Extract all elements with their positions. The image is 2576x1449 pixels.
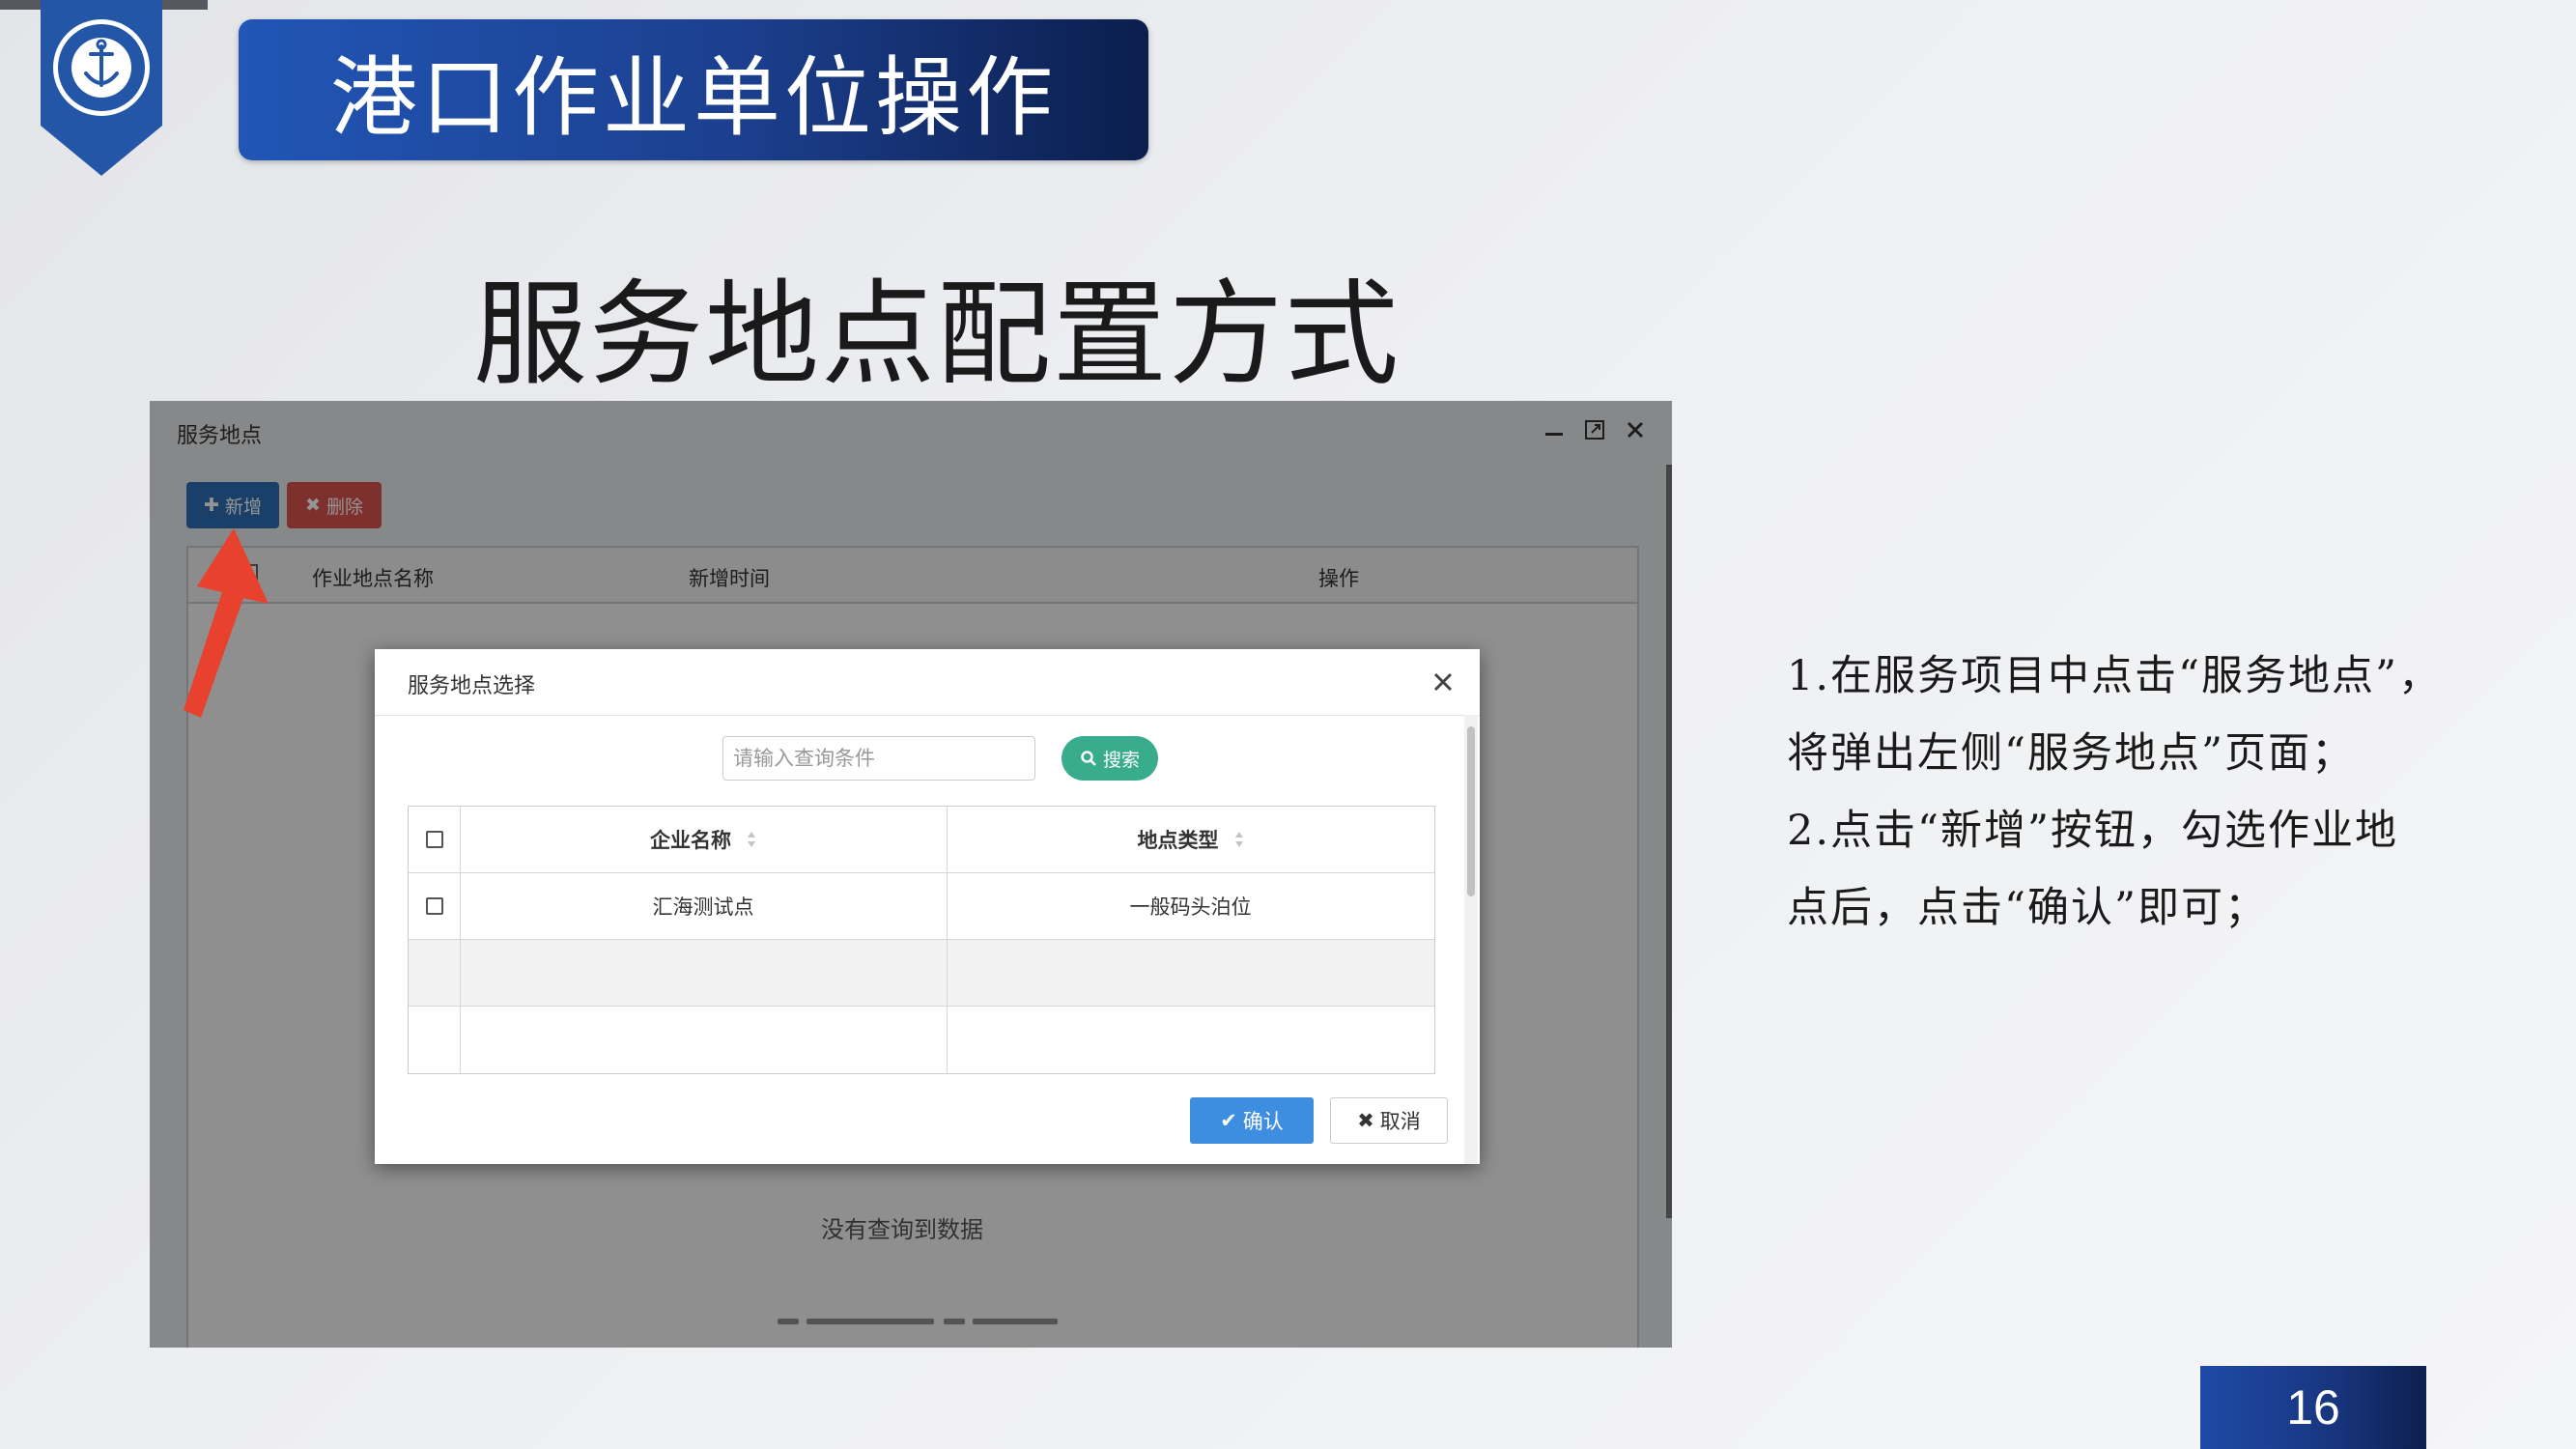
header-banner: 港口作业单位操作	[239, 19, 1148, 160]
instruction-text: 1.在服务项目中点击“服务地点”， 将弹出左侧“服务地点”页面； 2.点击“新增…	[1787, 638, 2540, 947]
instruction-line: 2.点击“新增”按钮，勾选作业地	[1787, 807, 2398, 855]
x-icon: ✖	[1357, 1109, 1374, 1132]
slide-subtitle: 服务地点配置方式	[473, 268, 1401, 401]
column-divider	[460, 807, 461, 1073]
dialog-header: 服务地点选择	[375, 649, 1480, 716]
confirm-button-label: 确认	[1242, 1110, 1284, 1133]
location-select-dialog: 服务地点选择 搜索 企业名称 地点类型 汇海测试点 一般码头泊位	[375, 649, 1480, 1164]
confirm-button[interactable]: ✔ 确认	[1190, 1097, 1314, 1144]
location-type-cell: 一般码头泊位	[1129, 895, 1252, 919]
search-button-label: 搜索	[1102, 749, 1140, 771]
dialog-title: 服务地点选择	[408, 674, 536, 698]
check-icon: ✔	[1220, 1109, 1237, 1132]
column-location-type-label: 地点类型	[1137, 829, 1219, 852]
cancel-button-label: 取消	[1379, 1110, 1421, 1133]
column-location-type[interactable]: 地点类型	[947, 807, 1434, 872]
empty-row	[409, 940, 1434, 1007]
sort-icon	[1234, 832, 1243, 847]
header-title: 港口作业单位操作	[330, 47, 1057, 149]
red-arrow-icon	[184, 528, 269, 718]
search-icon	[1081, 751, 1096, 766]
dialog-close-icon[interactable]	[1430, 668, 1457, 696]
column-divider	[947, 807, 948, 1073]
instruction-line: 将弹出左侧“服务地点”页面；	[1787, 729, 2355, 778]
selection-table: 企业名称 地点类型 汇海测试点 一般码头泊位	[408, 806, 1435, 1074]
search-input[interactable]	[722, 736, 1035, 781]
dialog-scrollbar[interactable]	[1464, 715, 1478, 1164]
page-number: 16	[2200, 1366, 2426, 1449]
company-name-cell: 汇海测试点	[652, 895, 754, 919]
instruction-line: 点后，点击“确认”即可；	[1787, 884, 2268, 932]
sort-icon	[748, 832, 755, 847]
cancel-button[interactable]: ✖ 取消	[1330, 1097, 1448, 1144]
column-company-name[interactable]: 企业名称	[460, 807, 947, 872]
china-msa-logo	[41, 0, 162, 176]
table-header-row: 企业名称 地点类型	[409, 807, 1434, 873]
select-all-checkbox[interactable]	[425, 831, 443, 848]
search-button[interactable]: 搜索	[1062, 736, 1158, 781]
scrollbar-thumb[interactable]	[1467, 726, 1475, 896]
table-row[interactable]: 汇海测试点 一般码头泊位	[409, 873, 1434, 940]
row-checkbox[interactable]	[425, 897, 443, 915]
column-company-name-label: 企业名称	[650, 829, 731, 852]
instruction-line: 1.在服务项目中点击“服务地点”，	[1787, 652, 2442, 700]
empty-row	[409, 1007, 1434, 1073]
